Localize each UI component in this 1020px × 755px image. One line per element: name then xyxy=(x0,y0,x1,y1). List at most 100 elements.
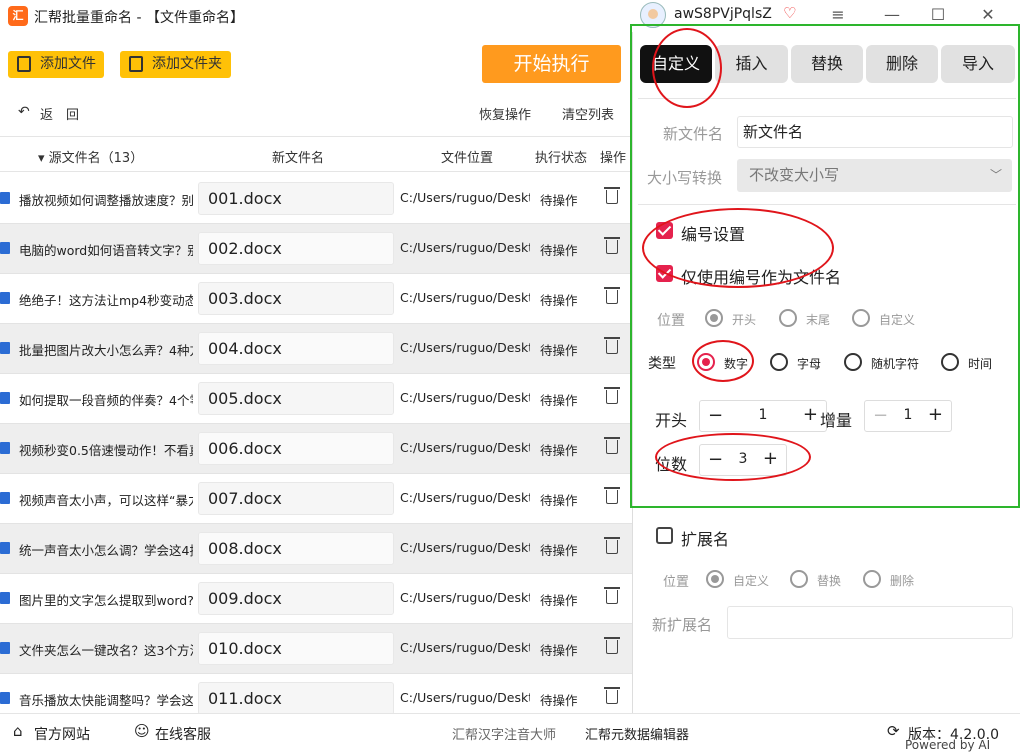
source-filename: 统一声音太小怎么调？学会这4招 xyxy=(19,543,193,558)
status-text: 待操作 xyxy=(540,393,578,408)
trash-icon[interactable] xyxy=(604,637,620,654)
source-filename: 如何提取一段音频的伴奏？4个零 xyxy=(19,393,193,408)
file-location: C:/Users/ruguo/Desktop xyxy=(400,190,530,205)
table-row[interactable]: 批量把图片改大小怎么弄？4种方 004.docx C:/Users/ruguo/De… xyxy=(0,324,632,374)
back-arrow-icon[interactable]: ↶ xyxy=(18,104,30,120)
new-filename-input[interactable]: 008.docx xyxy=(198,532,394,565)
minimize-button[interactable]: — xyxy=(880,4,904,26)
user-name[interactable]: awS8PVjPqlsZ xyxy=(674,6,772,22)
file-location: C:/Users/ruguo/Desktop xyxy=(400,440,530,455)
table-row[interactable]: 视频声音太小声，可以这样“暴力 007.docx C:/Users/ruguo/De… xyxy=(0,474,632,524)
trash-icon[interactable] xyxy=(604,237,620,254)
table-row[interactable]: 图片里的文字怎么提取到word? 009.docx C:/Users/ruguo/D… xyxy=(0,574,632,624)
table-header: ▾ 源文件名（13） 新文件名 文件位置 执行状态 操作 xyxy=(0,136,632,172)
menu-icon[interactable]: ≡ xyxy=(826,4,850,26)
table-row[interactable]: 播放视频如何调整播放速度？别只 001.docx C:/Users/ruguo/De… xyxy=(0,174,632,224)
add-folder-button[interactable]: 添加文件夹 xyxy=(120,51,231,78)
start-button[interactable]: 开始执行 xyxy=(482,45,621,83)
new-filename-input[interactable]: 011.docx xyxy=(198,682,394,715)
home-icon: ⌂ xyxy=(13,722,23,740)
file-location: C:/Users/ruguo/Desktop xyxy=(400,490,530,505)
status-text: 待操作 xyxy=(540,543,578,558)
word-file-icon xyxy=(0,292,10,304)
file-location: C:/Users/ruguo/Desktop xyxy=(400,540,530,555)
ext-replace-radio[interactable] xyxy=(790,570,808,588)
source-filename: 图片里的文字怎么提取到word? xyxy=(19,593,193,608)
ext-position-label: 位置 xyxy=(663,575,690,590)
new-filename-input[interactable]: 007.docx xyxy=(198,482,394,515)
status-text: 待操作 xyxy=(540,693,578,708)
back-button[interactable]: 返 回 xyxy=(40,104,79,123)
file-location: C:/Users/ruguo/Desktop xyxy=(400,290,530,305)
close-button[interactable]: ✕ xyxy=(976,4,1000,26)
table-row[interactable]: 统一声音太小怎么调？学会这4招 008.docx C:/Users/ruguo/De… xyxy=(0,524,632,574)
word-file-icon xyxy=(0,392,10,404)
window-title: 汇帮批量重命名 - 【文件重命名】 xyxy=(34,10,244,26)
trash-icon[interactable] xyxy=(604,687,620,704)
word-file-icon xyxy=(0,692,10,704)
ext-delete-radio[interactable] xyxy=(863,570,881,588)
service-link[interactable]: 在线客服 xyxy=(155,724,211,744)
table-row[interactable]: 如何提取一段音频的伴奏？4个零 005.docx C:/Users/ruguo/De… xyxy=(0,374,632,424)
trash-icon[interactable] xyxy=(604,537,620,554)
table-row[interactable]: 文件夹怎么一键改名？这3个方法 010.docx C:/Users/ruguo/De… xyxy=(0,624,632,674)
folder-icon xyxy=(129,56,143,72)
file-location: C:/Users/ruguo/Desktop xyxy=(400,240,530,255)
trash-icon[interactable] xyxy=(604,437,620,454)
metadata-tool-link[interactable]: 汇帮元数据编辑器 xyxy=(585,724,689,743)
new-ext-label: 新扩展名 xyxy=(652,616,713,634)
website-link[interactable]: 官方网站 xyxy=(34,724,90,744)
status-text: 待操作 xyxy=(540,193,578,208)
annotation-circle xyxy=(655,433,811,481)
trash-icon[interactable] xyxy=(604,387,620,404)
maximize-button[interactable]: ☐ xyxy=(926,4,950,26)
restore-button[interactable]: 恢复操作 xyxy=(479,104,531,123)
status-text: 待操作 xyxy=(540,343,578,358)
source-filename: 播放视频如何调整播放速度？别只 xyxy=(19,193,193,208)
new-filename-input[interactable]: 009.docx xyxy=(198,582,394,615)
clear-list-button[interactable]: 清空列表 xyxy=(562,104,614,123)
status-text: 待操作 xyxy=(540,493,578,508)
new-filename-input[interactable]: 001.docx xyxy=(198,182,394,215)
new-filename-input[interactable]: 006.docx xyxy=(198,432,394,465)
trash-icon[interactable] xyxy=(604,287,620,304)
new-filename-input[interactable]: 010.docx xyxy=(198,632,394,665)
new-filename-input[interactable]: 004.docx xyxy=(198,332,394,365)
powered-by-label: Powered by AI xyxy=(905,738,991,752)
new-filename-input[interactable]: 003.docx xyxy=(198,282,394,315)
new-filename-input[interactable]: 005.docx xyxy=(198,382,394,415)
new-ext-input[interactable] xyxy=(727,606,1013,639)
trash-icon[interactable] xyxy=(604,487,620,504)
col-new-name: 新文件名 xyxy=(272,151,325,166)
new-filename-input[interactable]: 002.docx xyxy=(198,232,394,265)
refresh-icon[interactable]: ⟳ xyxy=(887,722,900,740)
table-row[interactable]: 视频秒变0.5倍速慢动作！不看真 006.docx C:/Users/ruguo/D… xyxy=(0,424,632,474)
trash-icon[interactable] xyxy=(604,187,620,204)
add-files-label: 添加文件 xyxy=(40,56,96,72)
add-folder-label: 添加文件夹 xyxy=(152,56,222,72)
word-file-icon xyxy=(0,242,10,254)
ext-delete-label: 删除 xyxy=(890,574,915,588)
status-text: 待操作 xyxy=(540,443,578,458)
annotation-circle xyxy=(692,340,754,382)
annotation-circle xyxy=(642,208,834,288)
word-file-icon xyxy=(0,592,10,604)
file-icon xyxy=(17,56,31,72)
app-logo-icon: 汇 xyxy=(8,6,28,26)
trash-icon[interactable] xyxy=(604,337,620,354)
status-text: 待操作 xyxy=(540,593,578,608)
table-row[interactable]: 绝绝子！这方法让mp4秒变动态! 003.docx C:/Users/ruguo/D… xyxy=(0,274,632,324)
pinyin-tool-link[interactable]: 汇帮汉字注音大师 xyxy=(452,724,556,743)
col-source[interactable]: ▾ 源文件名（13） xyxy=(38,147,143,166)
col-location: 文件位置 xyxy=(441,151,494,166)
trash-icon[interactable] xyxy=(604,587,620,604)
vip-heart-icon: ♡ xyxy=(783,4,797,22)
file-location: C:/Users/ruguo/Desktop xyxy=(400,640,530,655)
extension-checkbox[interactable] xyxy=(656,527,673,544)
source-filename: 文件夹怎么一键改名？这3个方法 xyxy=(19,643,193,658)
file-location: C:/Users/ruguo/Desktop xyxy=(400,690,530,705)
headset-icon: ☺ xyxy=(134,722,150,740)
add-files-button[interactable]: 添加文件 xyxy=(8,51,104,78)
table-row[interactable]: 电脑的word如何语音转文字？别 002.docx C:/Users/ruguo/D… xyxy=(0,224,632,274)
ext-custom-radio[interactable] xyxy=(706,570,724,588)
